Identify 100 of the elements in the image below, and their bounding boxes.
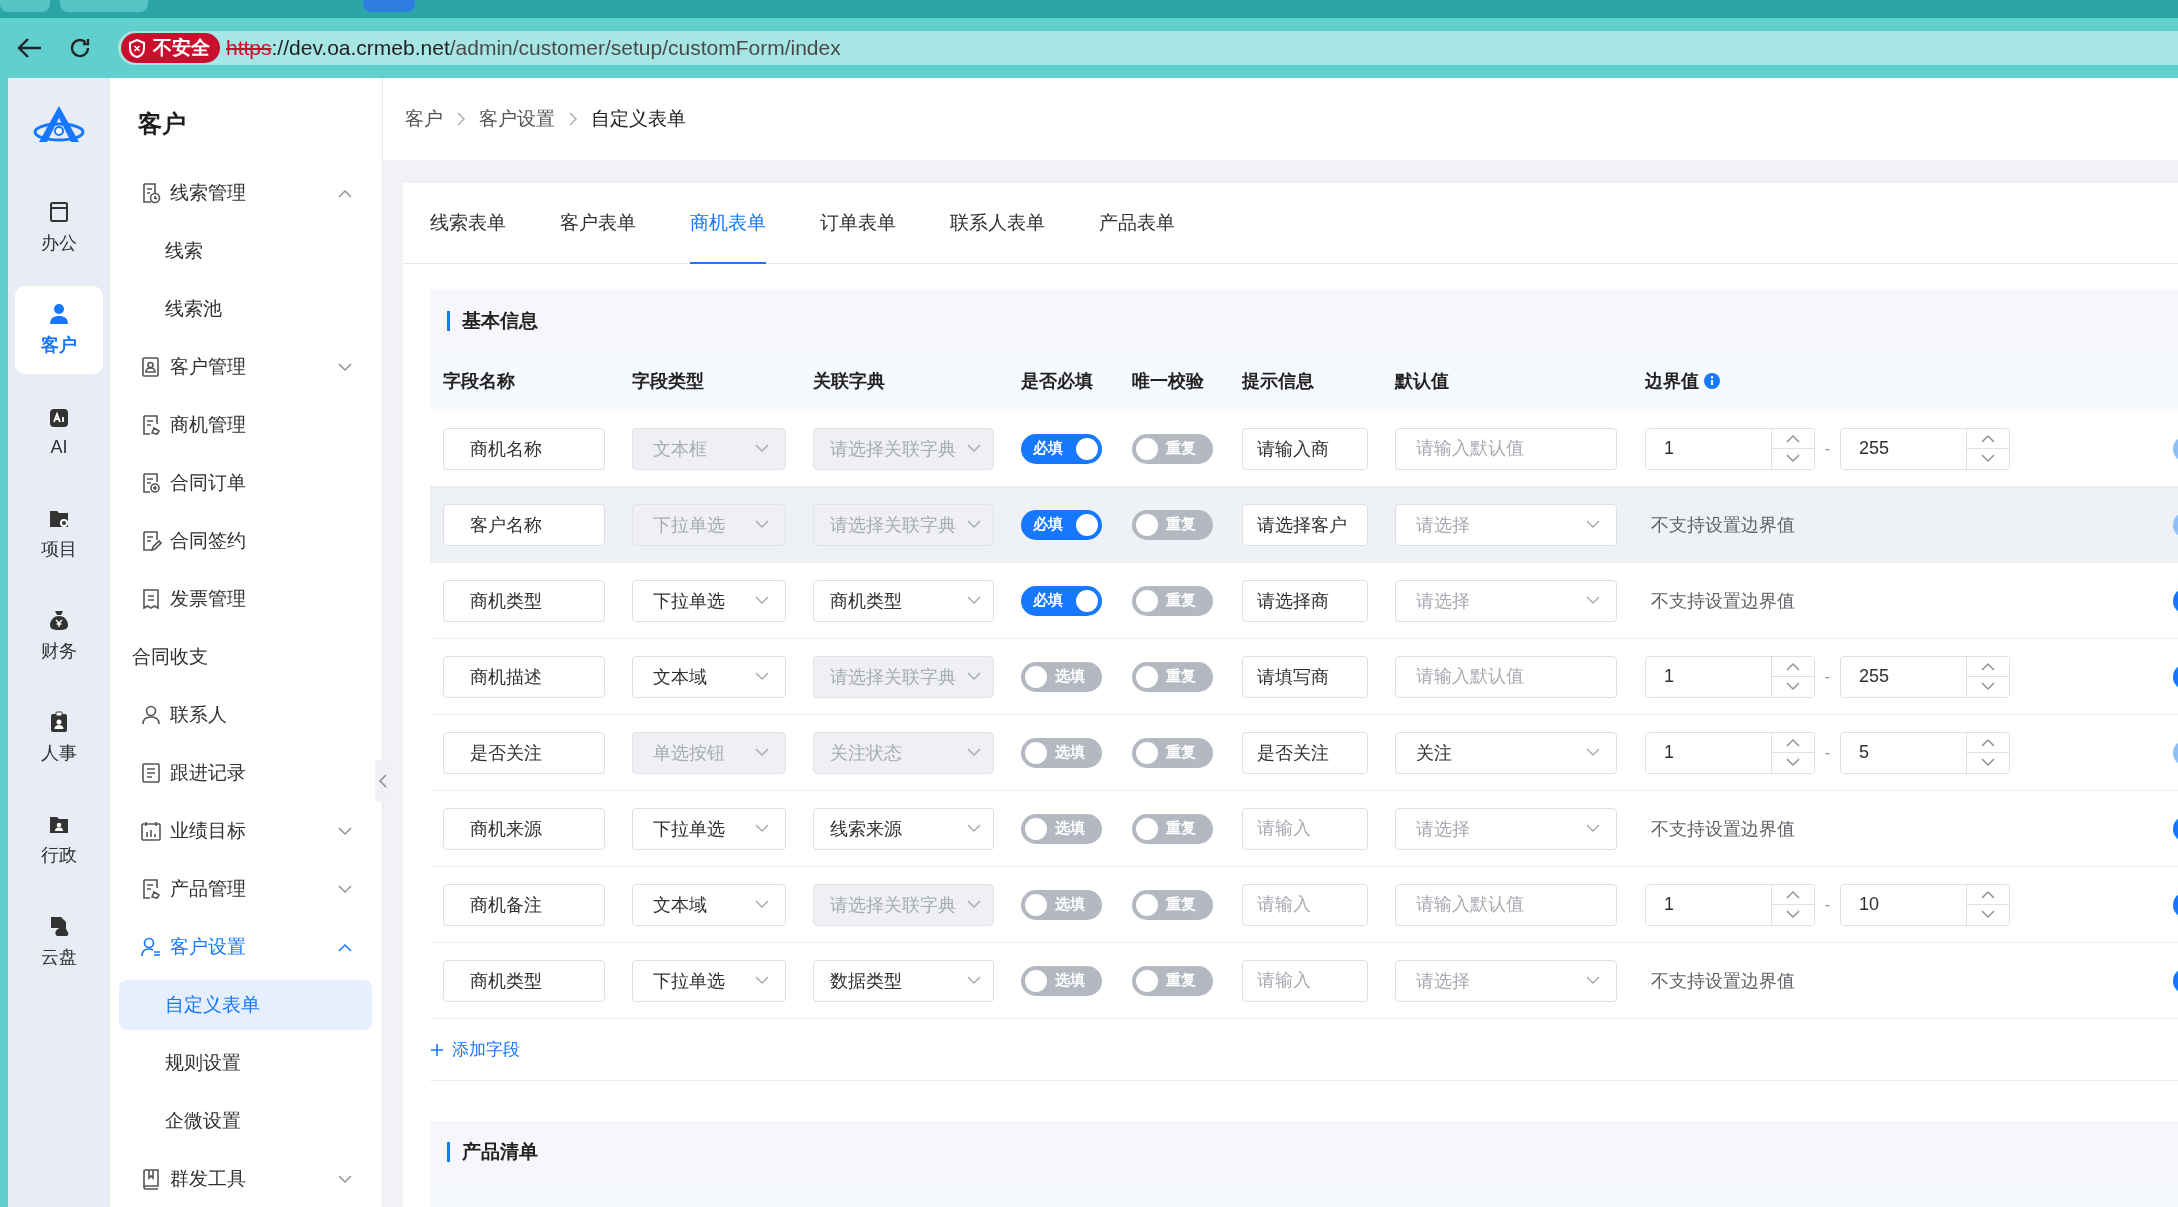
rail-item[interactable]: 财务 <box>15 592 103 680</box>
default-select[interactable]: 关注 <box>1395 731 1617 774</box>
submenu-item[interactable]: 企微设置 <box>119 1096 372 1146</box>
url-text: https://dev.oa.crmeb.net/admin/customer/setup/customForm/index <box>226 36 841 60</box>
field-name-input[interactable]: 商机名称 <box>443 427 605 470</box>
field-name-input[interactable]: 商机类型 <box>443 959 605 1002</box>
field-name-input[interactable]: 商机备注 <box>443 883 605 926</box>
calendar-chart-icon <box>140 820 162 842</box>
field-type-select[interactable]: 文本域 <box>632 655 786 698</box>
menu-item[interactable]: 发票管理 <box>110 570 366 628</box>
menu-item[interactable]: 客户管理 <box>110 338 366 396</box>
caret-icon <box>1981 433 1995 443</box>
required-switch[interactable]: 必填 <box>1021 509 1102 540</box>
caret-icon <box>755 976 769 985</box>
submenu-item[interactable]: 规则设置 <box>119 1038 372 1088</box>
required-switch[interactable]: 必填 <box>1021 585 1102 616</box>
required-switch[interactable]: 必填 <box>1021 433 1102 464</box>
rail-item[interactable]: 云盘 <box>15 898 103 986</box>
field-type-select[interactable]: 下拉单选 <box>632 579 786 622</box>
add-field-link[interactable]: 添加字段 <box>430 1038 520 1061</box>
browser-tab[interactable] <box>0 0 50 12</box>
caret-icon <box>967 824 981 833</box>
document-plus-icon <box>140 472 162 494</box>
submenu-item[interactable]: 线索池 <box>119 284 372 334</box>
field-name-input[interactable]: 商机来源 <box>443 807 605 850</box>
user-settings-icon <box>140 936 162 958</box>
rail-item[interactable]: AI <box>15 388 103 476</box>
submenu-item[interactable]: 线索 <box>119 226 372 276</box>
menu-item[interactable]: 合同订单 <box>110 454 366 512</box>
shield-icon <box>129 38 145 58</box>
hint-input[interactable]: 请填写商 <box>1242 655 1368 698</box>
menu-item[interactable]: 产品管理 <box>110 860 366 918</box>
security-badge[interactable]: 不安全 <box>121 33 220 63</box>
caret-icon <box>967 672 981 681</box>
hint-input[interactable]: 请输入商 <box>1242 427 1368 470</box>
menu-item[interactable]: 客户设置 <box>110 918 366 976</box>
rail-item[interactable]: 客户 <box>15 286 103 374</box>
hint-input[interactable]: 请选择商 <box>1242 579 1368 622</box>
document-pen-icon <box>140 530 162 552</box>
default-input[interactable]: 请输入默认值 <box>1395 427 1617 470</box>
form-tab[interactable]: 线索表单 <box>430 184 506 264</box>
dictionary-select[interactable]: 数据类型 <box>813 959 994 1002</box>
browser-tab[interactable] <box>363 0 415 12</box>
menu-item[interactable]: 合同签约 <box>110 512 366 570</box>
form-tab[interactable]: 订单表单 <box>820 184 896 264</box>
number-field[interactable]: 10 <box>1840 883 2010 926</box>
caret-icon <box>1586 824 1600 833</box>
hint-input[interactable]: 请选择客户 <box>1242 503 1368 546</box>
contact-card-icon <box>140 356 162 378</box>
field-name-input[interactable]: 商机描述 <box>443 655 605 698</box>
browser-tab[interactable] <box>60 0 148 12</box>
default-input[interactable]: 请输入默认值 <box>1395 883 1617 926</box>
rail-item[interactable]: 人事 <box>15 694 103 782</box>
number-field[interactable]: 1 <box>1645 427 1815 470</box>
hint-input[interactable]: 请输入 <box>1242 883 1368 926</box>
number-field[interactable]: 255 <box>1840 427 2010 470</box>
rail-item[interactable]: 行政 <box>15 796 103 884</box>
number-field[interactable]: 1 <box>1645 655 1815 698</box>
number-field[interactable]: 5 <box>1840 731 2010 774</box>
hint-input[interactable]: 请输入 <box>1242 959 1368 1002</box>
caret-icon <box>1981 661 1995 671</box>
number-field[interactable]: 1 <box>1645 883 1815 926</box>
caret-icon <box>755 748 769 757</box>
field-type-select[interactable]: 下拉单选 <box>632 959 786 1002</box>
breadcrumb-item[interactable]: 客户设置 <box>479 106 555 132</box>
menu-item[interactable]: 跟进记录 <box>110 744 366 802</box>
caret-icon <box>338 188 352 198</box>
caret-icon <box>1586 976 1600 985</box>
rail-item[interactable]: 办公 <box>15 184 103 272</box>
dictionary-select[interactable]: 商机类型 <box>813 579 994 622</box>
menu-item[interactable]: 业绩目标 <box>110 802 366 860</box>
address-bar[interactable]: 不安全 https://dev.oa.crmeb.net/admin/customer/setup/customForm/index <box>118 31 2178 65</box>
dictionary-select[interactable]: 线索来源 <box>813 807 994 850</box>
form-tab[interactable]: 产品表单 <box>1099 184 1175 264</box>
submenu-item[interactable]: 自定义表单 <box>119 980 372 1030</box>
column-header: 提示信息 <box>1242 370 1314 393</box>
bounds-note: 不支持设置边界值 <box>1650 590 1795 611</box>
menu-item[interactable]: 合同收支 <box>110 628 366 686</box>
default-input[interactable]: 请输入默认值 <box>1395 655 1617 698</box>
menu-item[interactable]: 商机管理 <box>110 396 366 454</box>
breadcrumb-item[interactable]: 客户 <box>405 106 443 132</box>
field-name-input[interactable]: 是否关注 <box>443 731 605 774</box>
section-header: 产品清单 <box>430 1121 2178 1182</box>
hint-input[interactable]: 请输入 <box>1242 807 1368 850</box>
number-field[interactable]: 255 <box>1840 655 2010 698</box>
number-field[interactable]: 1 <box>1645 731 1815 774</box>
form-tab[interactable]: 客户表单 <box>560 184 636 264</box>
hint-input[interactable]: 是否关注 <box>1242 731 1368 774</box>
form-tab[interactable]: 联系人表单 <box>950 184 1045 264</box>
caret-icon <box>755 444 769 453</box>
field-name-input[interactable]: 客户名称 <box>443 503 605 546</box>
menu-item[interactable]: 联系人 <box>110 686 366 744</box>
field-type-select[interactable]: 文本域 <box>632 883 786 926</box>
field-type-select[interactable]: 下拉单选 <box>632 807 786 850</box>
rail-item[interactable]: 项目 <box>15 490 103 578</box>
menu-item[interactable]: 群发工具 <box>110 1150 366 1207</box>
bounds-note: 不支持设置边界值 <box>1650 970 1795 991</box>
menu-item[interactable]: 线索管理 <box>110 164 366 222</box>
field-name-input[interactable]: 商机类型 <box>443 579 605 622</box>
form-tab[interactable]: 商机表单 <box>690 184 766 264</box>
